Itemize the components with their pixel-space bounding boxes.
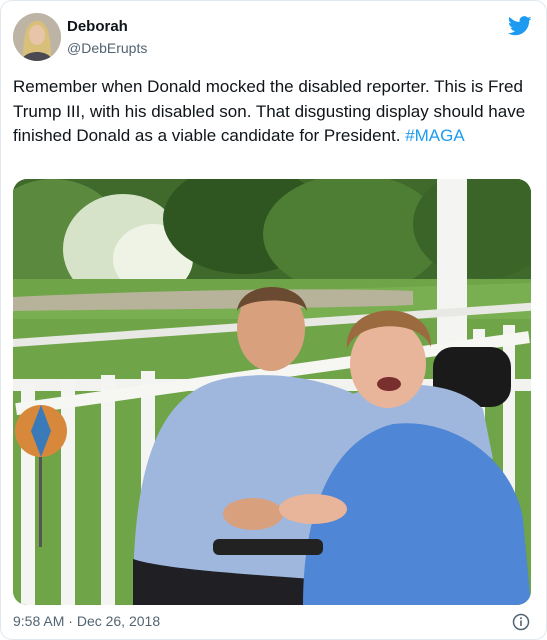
- tweet-time: 9:58 AM: [13, 613, 65, 629]
- tweet-timestamp[interactable]: 9:58 AM · Dec 26, 2018: [13, 613, 160, 629]
- tweet-date: Dec 26, 2018: [76, 613, 161, 629]
- info-icon[interactable]: [512, 613, 530, 631]
- timestamp-separator: ·: [64, 613, 77, 629]
- tweet-card: Deborah @DebErupts Remember when Donald …: [0, 0, 547, 640]
- avatar[interactable]: [13, 13, 61, 61]
- tweet-text: Remember when Donald mocked the disabled…: [13, 75, 537, 149]
- twitter-bird-icon: [508, 16, 532, 36]
- hashtag-link[interactable]: #MAGA: [405, 126, 465, 145]
- tweet-photo[interactable]: [13, 179, 531, 605]
- author-handle[interactable]: @DebErupts: [67, 40, 147, 56]
- author-display-name[interactable]: Deborah: [67, 18, 128, 35]
